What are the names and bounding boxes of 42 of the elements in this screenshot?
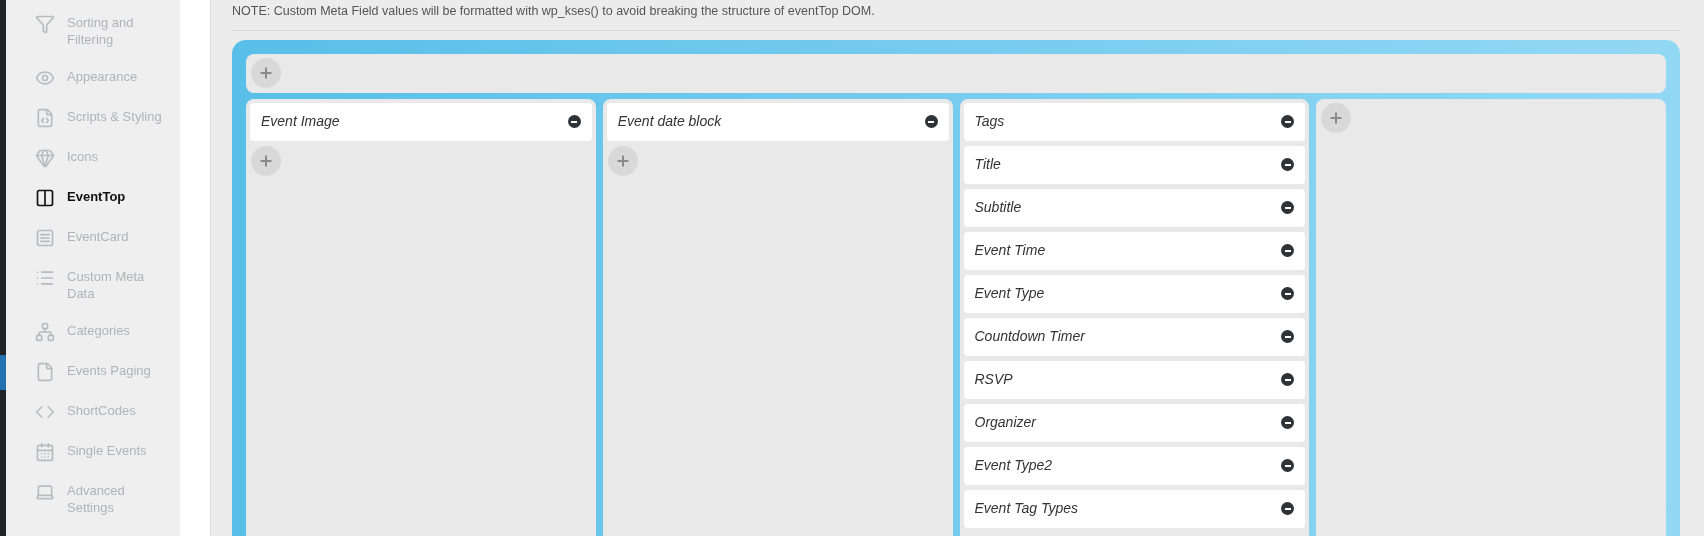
field-item[interactable]: Title: [963, 145, 1306, 184]
plus-icon: [614, 152, 631, 169]
remove-icon[interactable]: [1281, 330, 1295, 344]
field-item[interactable]: RSVP: [963, 360, 1306, 399]
field-item[interactable]: Countdown Timer: [963, 317, 1306, 356]
add-button[interactable]: [251, 58, 281, 89]
add-button[interactable]: [607, 145, 638, 176]
funnel-icon: [35, 14, 55, 34]
field-item[interactable]: Event Image: [250, 102, 592, 141]
field-item[interactable]: Organizer: [963, 403, 1306, 442]
laptop-icon: [35, 482, 55, 502]
file-icon: [35, 362, 55, 382]
remove-icon[interactable]: [1281, 502, 1295, 516]
remove-icon[interactable]: [567, 115, 581, 129]
remove-icon[interactable]: [1281, 373, 1295, 387]
field-item[interactable]: Event date block: [606, 102, 949, 141]
field-item[interactable]: Tags: [963, 102, 1306, 141]
remove-icon[interactable]: [1281, 115, 1295, 129]
field-item[interactable]: Event Tag Types: [963, 489, 1306, 528]
card-list-icon: [35, 228, 55, 248]
remove-icon[interactable]: [1281, 459, 1295, 473]
file-code-icon: [35, 108, 55, 128]
diamond-icon: [35, 148, 55, 168]
add-button[interactable]: [251, 145, 281, 176]
remove-icon[interactable]: [1281, 244, 1295, 258]
field-item[interactable]: Subtitle: [963, 188, 1306, 227]
note-text: NOTE: Custom Meta Field values will be formatted with wp_kses() to avoid breaking the structure of eventTop DOM.: [232, 3, 876, 20]
remove-icon[interactable]: [1281, 416, 1295, 430]
hierarchy-icon: [35, 322, 55, 342]
list-icon: [35, 268, 55, 288]
field-item[interactable]: Event Type2: [963, 446, 1306, 485]
field-item[interactable]: Event Time: [963, 231, 1306, 270]
remove-icon[interactable]: [1281, 287, 1295, 301]
columns-icon: [35, 188, 55, 208]
eye-icon: [35, 68, 55, 88]
remove-icon[interactable]: [924, 115, 938, 129]
calendar-icon: [35, 442, 55, 462]
plus-icon: [258, 152, 274, 169]
add-button[interactable]: [1321, 102, 1352, 133]
field-item[interactable]: Event Type: [963, 274, 1306, 313]
remove-icon[interactable]: [1281, 158, 1295, 172]
remove-icon[interactable]: [1281, 201, 1295, 215]
